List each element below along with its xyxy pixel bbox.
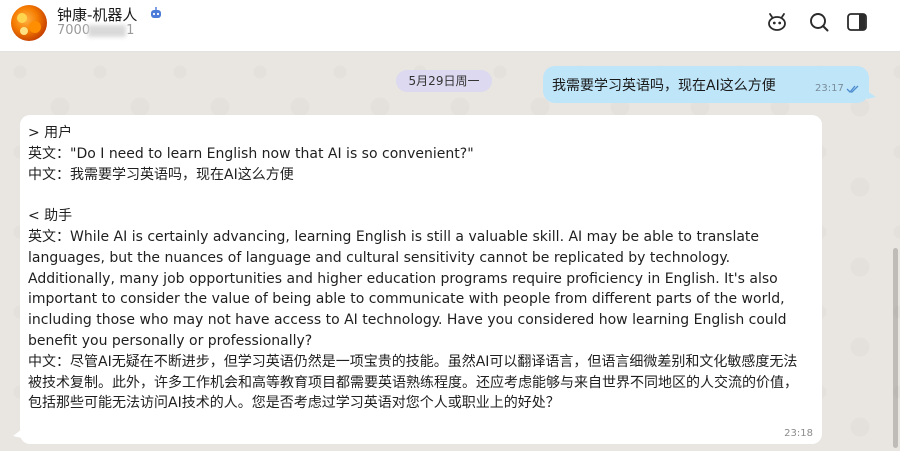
redacted-block [88, 24, 127, 37]
contact-id: 7000 1 [57, 23, 135, 38]
robot-badge-icon [151, 7, 161, 18]
message-text: > 用户 英文："Do I need to learn English now … [28, 125, 798, 412]
search-icon[interactable] [808, 11, 830, 33]
message-time: 23:17 [815, 83, 844, 94]
avatar[interactable] [11, 5, 47, 41]
contact-name[interactable]: 钟康-机器人 [57, 4, 137, 25]
message-time: 23:18 [784, 428, 813, 439]
bot-face-icon[interactable] [766, 11, 788, 33]
sidebar-toggle-icon[interactable] [846, 11, 868, 33]
chat-header: 钟康-机器人 7000 1 [0, 0, 900, 52]
date-separator: 5月29日周一 [396, 70, 492, 92]
bubble-tail [867, 91, 876, 99]
message-text: 我需要学习英语吗，现在AI这么方便 [552, 78, 776, 94]
outgoing-message-bubble[interactable]: 我需要学习英语吗，现在AI这么方便 23:17 [543, 66, 876, 103]
incoming-message-bubble[interactable]: > 用户 英文："Do I need to learn English now … [13, 115, 822, 444]
scrollbar-thumb[interactable] [893, 248, 898, 448]
double-check-icon [846, 85, 859, 93]
bubble-tail [13, 429, 22, 438]
